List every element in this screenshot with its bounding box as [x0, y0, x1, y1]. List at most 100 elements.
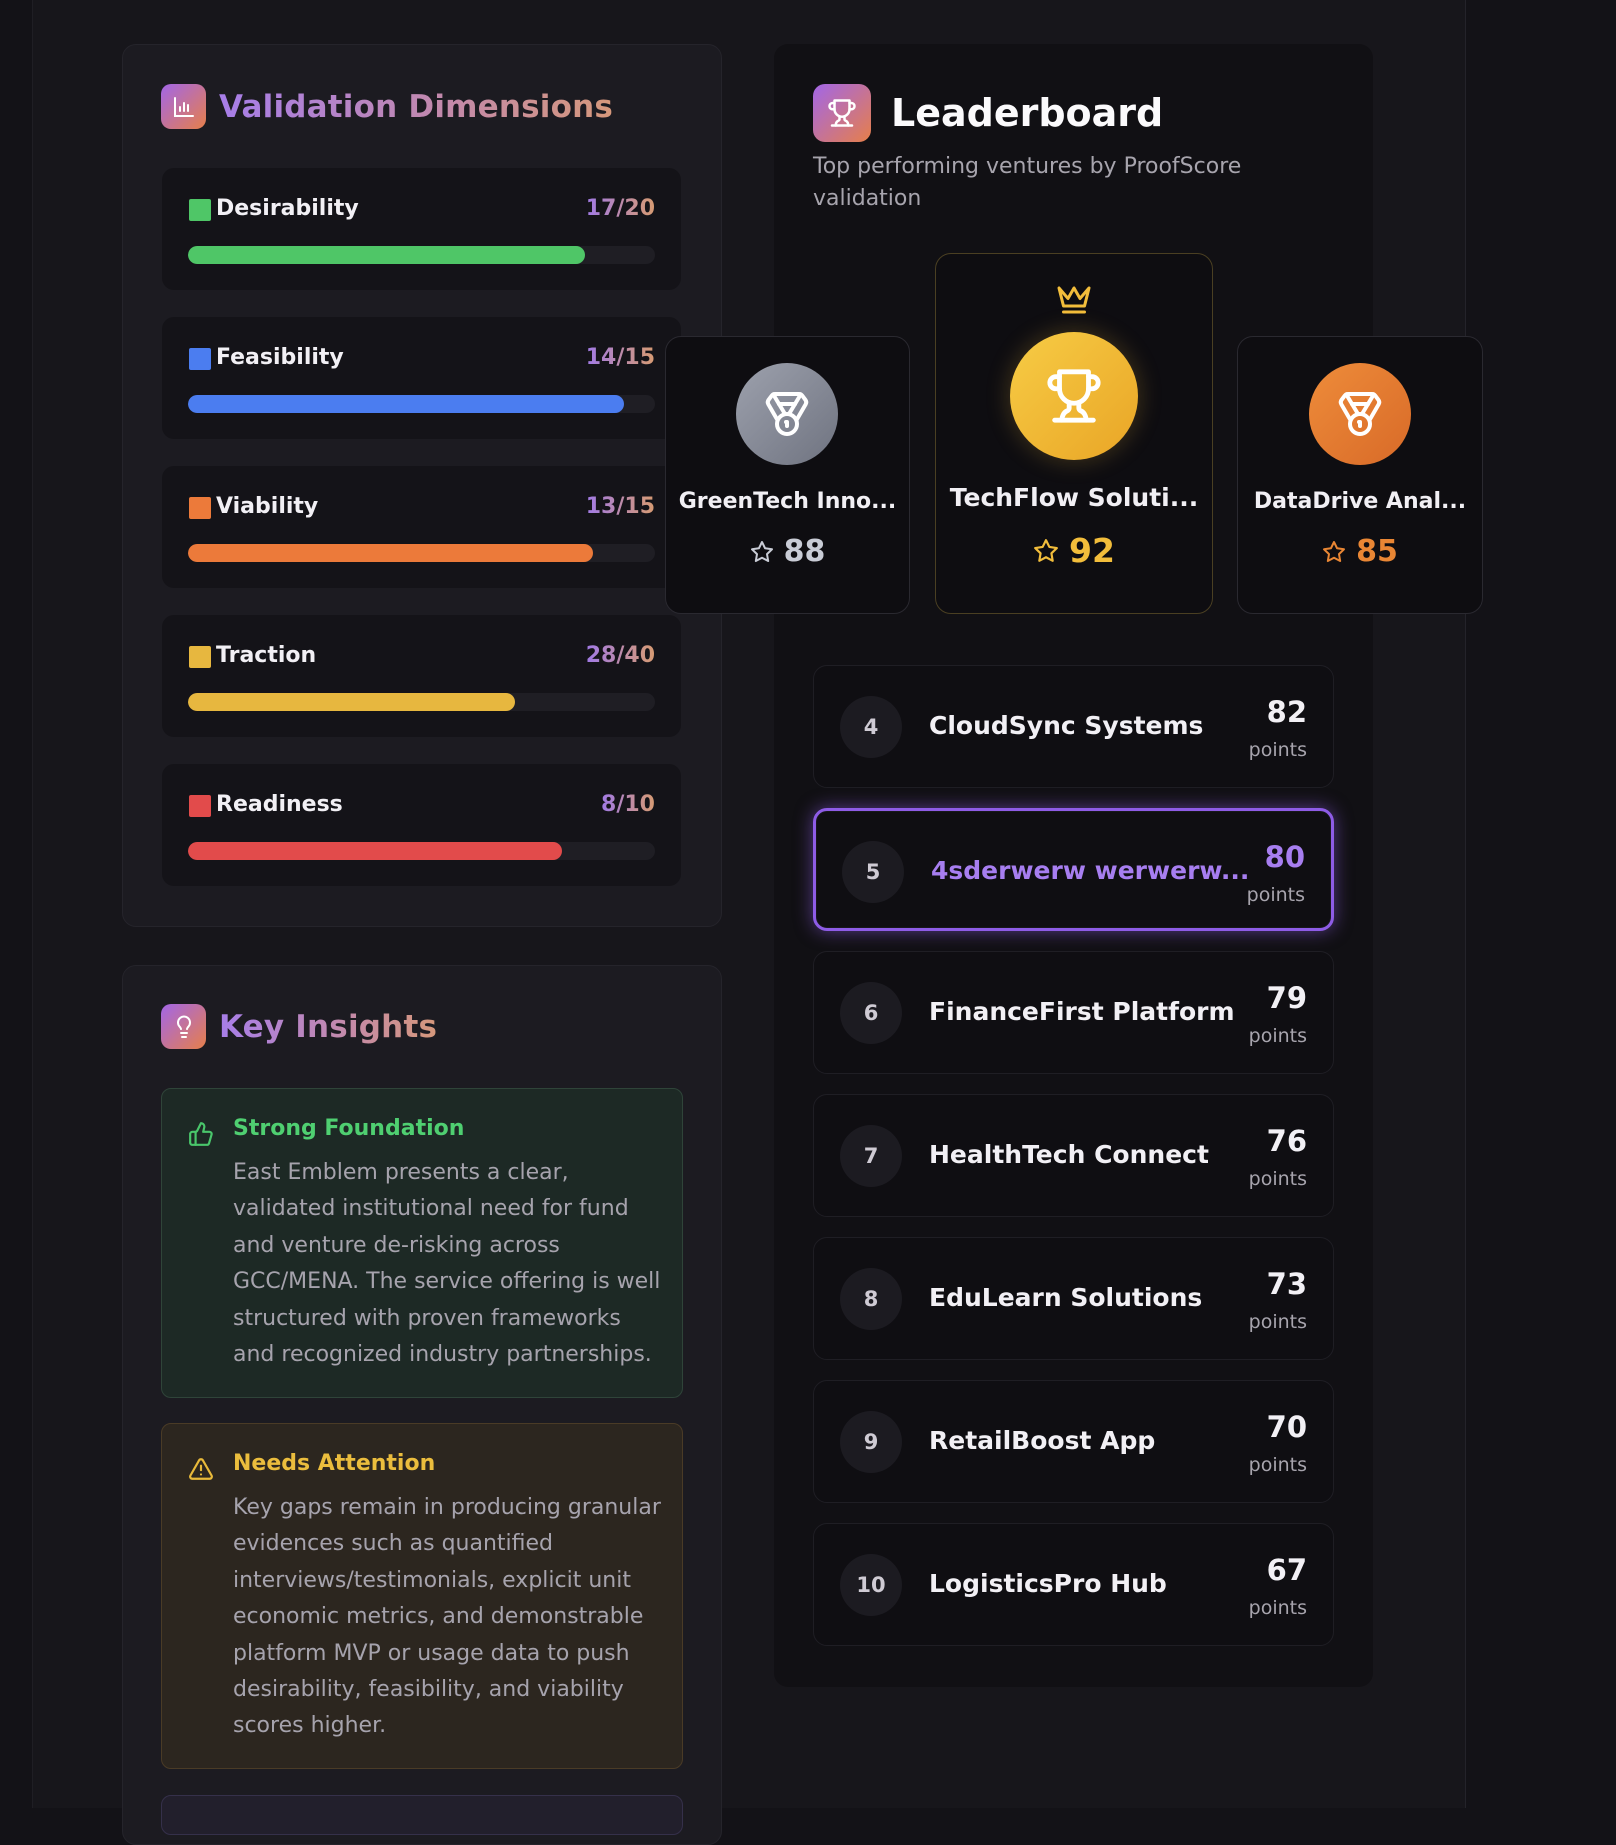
- dimension-label: Viability: [216, 494, 319, 519]
- thumbs-up-icon: [188, 1121, 214, 1151]
- venture-name: RetailBoost App: [929, 1426, 1156, 1455]
- leaderboard-row[interactable]: 7 HealthTech Connect 76 points: [813, 1094, 1334, 1217]
- venture-score: 76: [1266, 1124, 1307, 1158]
- leaderboard-row[interactable]: 8 EduLearn Solutions 73 points: [813, 1237, 1334, 1360]
- dimension-progress-fill: [188, 842, 562, 860]
- venture-score: 80: [1264, 840, 1305, 874]
- dimension-score: 13/15: [585, 494, 655, 519]
- score-unit: points: [1248, 1311, 1307, 1333]
- venture-name: 4sderwerw werwerw...: [931, 856, 1250, 885]
- dimension-card-traction: Traction 28/40: [162, 615, 681, 737]
- leaderboard-row[interactable]: 10 LogisticsPro Hub 67 points: [813, 1523, 1334, 1646]
- dimension-score: 14/15: [585, 345, 655, 370]
- lightbulb-icon: [161, 1004, 206, 1049]
- dimension-progress-fill: [188, 395, 624, 413]
- dimension-progress-track: [188, 693, 655, 711]
- score-unit: points: [1248, 1454, 1307, 1476]
- score-unit: points: [1248, 1025, 1307, 1047]
- rank-badge: 8: [840, 1268, 902, 1330]
- key-insights-header: Key Insights: [161, 1004, 437, 1049]
- venture-score: 67: [1266, 1553, 1307, 1587]
- podium-first-score: 92: [1069, 531, 1115, 570]
- venture-name: FinanceFirst Platform: [929, 997, 1235, 1026]
- medal-icon: [736, 363, 838, 465]
- needs-attention-box: Needs Attention Key gaps remain in produ…: [161, 1423, 683, 1769]
- dimension-label: Traction: [216, 643, 317, 668]
- leaderboard-row[interactable]: 4 CloudSync Systems 82 points: [813, 665, 1334, 788]
- rank-badge: 5: [842, 841, 904, 903]
- venture-name: CloudSync Systems: [929, 711, 1204, 740]
- dimension-label: Feasibility: [216, 345, 344, 370]
- dimension-swatch: [189, 497, 211, 519]
- dimension-progress-track: [188, 395, 655, 413]
- dimension-card-desirability: Desirability 17/20: [162, 168, 681, 290]
- score-unit: points: [1248, 739, 1307, 761]
- podium-third[interactable]: DataDrive Anal... 85: [1237, 336, 1483, 614]
- dimension-card-feasibility: Feasibility 14/15: [162, 317, 681, 439]
- next-insight-box: [161, 1795, 683, 1835]
- dimension-card-readiness: Readiness 8/10: [162, 764, 681, 886]
- rank-badge: 7: [840, 1125, 902, 1187]
- star-icon: [1323, 540, 1346, 562]
- leaderboard-title: Leaderboard: [891, 91, 1164, 135]
- dimension-card-viability: Viability 13/15: [162, 466, 681, 588]
- rank-badge: 9: [840, 1411, 902, 1473]
- podium-second[interactable]: GreenTech Inno... 88: [665, 336, 910, 614]
- star-icon: [1034, 538, 1058, 562]
- venture-score: 73: [1266, 1267, 1307, 1301]
- needs-attention-title: Needs Attention: [233, 1451, 436, 1476]
- dimension-progress-fill: [188, 693, 515, 711]
- dimension-swatch: [189, 199, 211, 221]
- bar-chart-icon: [161, 84, 206, 129]
- podium-second-name: GreenTech Inno...: [678, 489, 897, 514]
- dimension-progress-track: [188, 544, 655, 562]
- leaderboard-subtitle: Top performing ventures by ProofScore va…: [813, 154, 1242, 211]
- strong-foundation-text: East Emblem presents a clear, validated …: [233, 1160, 661, 1368]
- podium-first-name: TechFlow Soluti...: [949, 483, 1199, 512]
- warning-icon: [188, 1456, 214, 1486]
- dimension-progress-fill: [188, 246, 585, 264]
- venture-name: HealthTech Connect: [929, 1140, 1209, 1169]
- venture-score: 70: [1266, 1410, 1307, 1444]
- venture-score: 82: [1266, 695, 1307, 729]
- dimension-swatch: [189, 348, 211, 370]
- venture-name: LogisticsPro Hub: [929, 1569, 1167, 1598]
- dimension-score: 28/40: [585, 643, 655, 668]
- crown-icon: [1054, 282, 1094, 322]
- dimension-swatch: [189, 795, 211, 817]
- podium-third-score-row: 85: [1238, 534, 1482, 569]
- rank-badge: 10: [840, 1554, 902, 1616]
- validation-dimensions-header: Validation Dimensions: [161, 84, 613, 129]
- podium-third-name: DataDrive Anal...: [1253, 489, 1467, 514]
- venture-name: EduLearn Solutions: [929, 1283, 1203, 1312]
- rank-badge: 6: [840, 982, 902, 1044]
- dimension-score: 8/10: [601, 792, 655, 817]
- leaderboard-header: Leaderboard: [813, 84, 1163, 142]
- medal-icon: [1309, 363, 1411, 465]
- venture-score: 79: [1266, 981, 1307, 1015]
- key-insights-title: Key Insights: [219, 1008, 438, 1045]
- trophy-icon: [813, 84, 871, 142]
- leaderboard-row-current[interactable]: 5 4sderwerw werwerw... 80 points: [813, 808, 1334, 931]
- score-unit: points: [1246, 884, 1305, 906]
- rank-badge: 4: [840, 696, 902, 758]
- podium-first-score-row: 92: [936, 531, 1212, 570]
- leaderboard-row[interactable]: 9 RetailBoost App 70 points: [813, 1380, 1334, 1503]
- score-unit: points: [1248, 1597, 1307, 1619]
- star-icon: [750, 540, 773, 562]
- podium-second-score-row: 88: [666, 534, 909, 569]
- leaderboard-row[interactable]: 6 FinanceFirst Platform 79 points: [813, 951, 1334, 1074]
- dimension-progress-track: [188, 246, 655, 264]
- trophy-icon: [1010, 332, 1138, 460]
- strong-foundation-title: Strong Foundation: [233, 1116, 465, 1141]
- dimension-progress-track: [188, 842, 655, 860]
- podium-first[interactable]: TechFlow Soluti... 92: [935, 253, 1213, 614]
- validation-dimensions-title: Validation Dimensions: [219, 88, 614, 125]
- strong-foundation-box: Strong Foundation East Emblem presents a…: [161, 1088, 683, 1398]
- dimension-score: 17/20: [585, 196, 655, 221]
- podium-third-score: 85: [1356, 534, 1398, 569]
- needs-attention-text: Key gaps remain in producing granular ev…: [233, 1495, 661, 1739]
- score-unit: points: [1248, 1168, 1307, 1190]
- dimension-swatch: [189, 646, 211, 668]
- dimension-progress-fill: [188, 544, 593, 562]
